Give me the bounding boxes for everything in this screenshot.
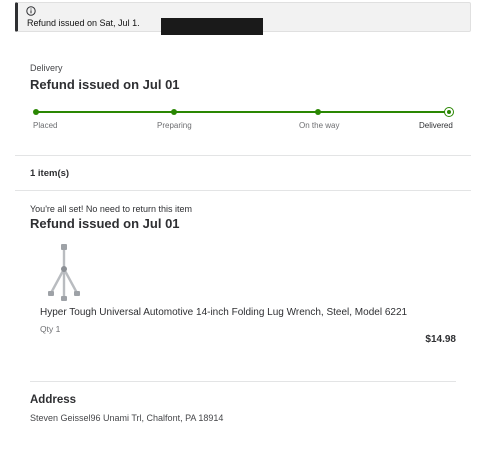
product-price: $14.98: [425, 334, 456, 345]
step-dot-delivered: [444, 107, 454, 117]
refund-notice-banner: Refund issued on Sat, Jul 1.: [15, 2, 471, 35]
items-count: 1 item(s): [30, 168, 70, 179]
step-dot-preparing: [171, 109, 177, 115]
divider: [15, 190, 471, 191]
redacted-block: [161, 18, 263, 35]
product-quantity: Qty 1: [40, 324, 61, 334]
delivery-progress-tracker: Placed Preparing On the way Delivered: [33, 106, 457, 136]
step-label-on-the-way: On the way: [299, 121, 340, 130]
step-label-preparing: Preparing: [157, 121, 192, 130]
product-name-link[interactable]: Hyper Tough Universal Automotive 14-inch…: [40, 307, 407, 318]
return-message: You're all set! No need to return this i…: [30, 204, 192, 214]
progress-line: [35, 111, 449, 113]
divider: [30, 381, 456, 382]
divider: [15, 155, 471, 156]
refund-heading: Refund issued on Jul 01: [30, 216, 180, 231]
address-text: Steven Geissel96 Unami Trl, Chalfont, PA…: [30, 413, 224, 423]
lug-wrench-image[interactable]: [40, 243, 92, 303]
info-icon: [26, 6, 36, 16]
notice-text: Refund issued on Sat, Jul 1.: [27, 18, 140, 28]
delivery-label: Delivery: [30, 63, 63, 73]
step-dot-on-the-way: [315, 109, 321, 115]
step-label-delivered: Delivered: [419, 121, 453, 130]
step-label-placed: Placed: [33, 121, 58, 130]
step-dot-placed: [33, 109, 39, 115]
delivery-status-heading: Refund issued on Jul 01: [30, 77, 180, 92]
address-title: Address: [30, 394, 77, 406]
